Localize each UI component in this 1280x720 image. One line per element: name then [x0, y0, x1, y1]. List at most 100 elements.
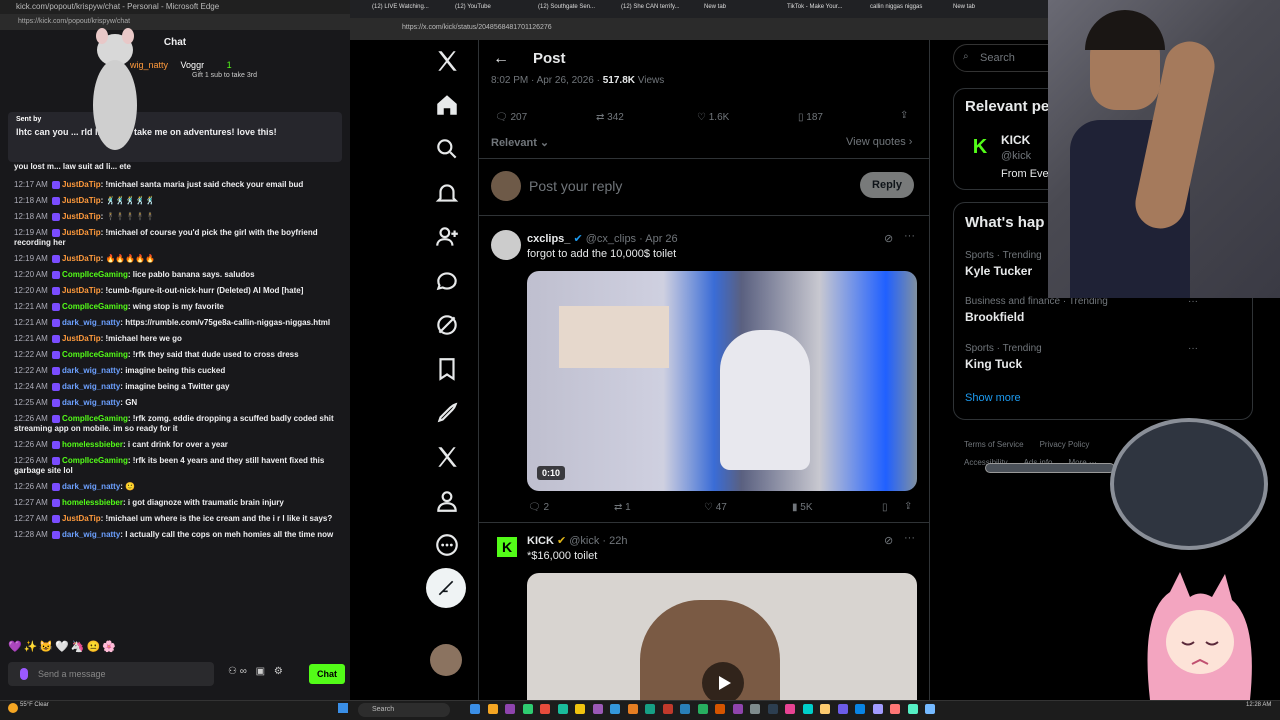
- chat-send-button[interactable]: Chat: [309, 664, 345, 684]
- taskbar-app-icon[interactable]: [505, 704, 515, 714]
- taskbar-app-icon[interactable]: [557, 704, 568, 714]
- browser-tab[interactable]: New tab: [953, 4, 975, 10]
- store-icon[interactable]: ▣: [256, 666, 265, 677]
- chat-message-user[interactable]: homelessbieber: [62, 440, 123, 449]
- browser-tab[interactable]: (12) Southgate Sen...: [538, 4, 595, 10]
- taskbar-app-icon[interactable]: [872, 704, 883, 714]
- footer-terms[interactable]: Terms of Service: [964, 440, 1024, 449]
- taskbar-app-icon[interactable]: [592, 704, 603, 714]
- emote-bar[interactable]: 💜✨😺🤍🦄😐🌸: [8, 640, 348, 656]
- browser-tab[interactable]: New tab: [704, 4, 726, 10]
- taskbar-app-icon[interactable]: [732, 704, 743, 714]
- link-icon[interactable]: ∞: [240, 666, 247, 677]
- tweet1-avatar[interactable]: [491, 230, 521, 260]
- taskbar-app-icon[interactable]: [680, 704, 690, 714]
- taskbar-app-icon[interactable]: [522, 704, 533, 714]
- repost-action[interactable]: ⇄ 342: [596, 112, 624, 123]
- chat-message-input[interactable]: Send a message: [8, 662, 214, 686]
- browser-tab[interactable]: (12) She CAN terrify...: [621, 4, 680, 10]
- tweet2-more-icon[interactable]: ···: [904, 532, 915, 544]
- search-icon[interactable]: [434, 136, 460, 162]
- trend-2-name[interactable]: Brookfield: [965, 310, 1024, 324]
- taskbar-search[interactable]: Search: [358, 703, 450, 717]
- kick-profile-logo[interactable]: K: [965, 132, 995, 162]
- users-icon[interactable]: ⚇: [228, 666, 237, 677]
- messages-icon[interactable]: [434, 268, 460, 294]
- tweet2-name[interactable]: KICK: [527, 535, 554, 547]
- sort-dropdown[interactable]: Relevant ⌄: [491, 136, 549, 149]
- taskbar-app-icon[interactable]: [645, 704, 655, 714]
- browser-tab[interactable]: TikTok - Make Your...: [787, 4, 842, 10]
- show-more-link[interactable]: Show more: [965, 392, 1021, 404]
- settings-gear-icon[interactable]: ⚙: [274, 666, 283, 677]
- x-logo-icon[interactable]: [434, 48, 460, 74]
- taskbar-app-icon[interactable]: [470, 704, 480, 714]
- trend-1-name[interactable]: Kyle Tucker: [965, 264, 1032, 278]
- reply-button[interactable]: Reply: [860, 172, 914, 198]
- kick-avatar-logo[interactable]: K: [497, 537, 517, 557]
- play-button[interactable]: [702, 662, 744, 704]
- reply-input[interactable]: Post your reply: [529, 178, 622, 194]
- browser-tab[interactable]: callin niggas niggas: [870, 4, 922, 10]
- taskbar-app-icon[interactable]: [610, 704, 620, 714]
- pinned-message[interactable]: Sent by lhtc can you ... rld like this! …: [8, 112, 342, 162]
- chat-tools[interactable]: ⚇ ∞ ▣ ⚙: [228, 666, 306, 682]
- tweet1-more-icon[interactable]: ···: [904, 230, 915, 242]
- left-address-bar[interactable]: https://kick.com/popout/krispyw/chat: [0, 14, 350, 30]
- browser-tab[interactable]: (12) LIVE Watching...: [372, 4, 429, 10]
- chat-message-user[interactable]: ComplIceGaming: [62, 350, 128, 359]
- home-icon[interactable]: [434, 92, 460, 118]
- back-arrow-icon[interactable]: ←: [493, 50, 509, 68]
- compose-post-button[interactable]: [426, 568, 466, 608]
- reply-action[interactable]: 🗨 207: [495, 112, 527, 123]
- trend-3-name[interactable]: King Tuck: [965, 357, 1022, 371]
- tweet1-handle[interactable]: @cx_clips: [586, 233, 636, 245]
- rocket-icon[interactable]: [434, 400, 460, 426]
- tweet1-views-action[interactable]: ▮ 5K: [792, 502, 813, 513]
- tweet1-share-icon[interactable]: ⇪: [904, 501, 912, 512]
- taskbar-app-icon[interactable]: [820, 704, 830, 714]
- view-quotes-link[interactable]: View quotes ›: [846, 136, 912, 148]
- browser-tab[interactable]: (12) YouTube: [455, 4, 491, 10]
- weather-icon[interactable]: [8, 703, 18, 713]
- chat-message-user[interactable]: ComplIceGaming: [62, 414, 128, 423]
- tweet1-bookmark-icon[interactable]: ▯: [882, 502, 888, 513]
- chat-message-user[interactable]: JustDaTip: [62, 196, 101, 205]
- chat-message-user[interactable]: homelessbieber: [62, 498, 123, 507]
- chat-message-user[interactable]: dark_wig_natty: [62, 398, 120, 407]
- taskbar-app-icon[interactable]: [662, 704, 673, 714]
- more-icon[interactable]: [434, 532, 460, 558]
- grok-icon[interactable]: [434, 312, 460, 338]
- chat-message-user[interactable]: JustDaTip: [62, 254, 101, 263]
- taskbar-app-icon[interactable]: [715, 704, 725, 714]
- weather-widget[interactable]: 55°F Clear: [20, 702, 60, 709]
- chat-message-user[interactable]: JustDaTip: [62, 212, 101, 221]
- taskbar-app-icon[interactable]: [750, 704, 760, 714]
- chat-message-user[interactable]: JustDaTip: [62, 514, 101, 523]
- taskbar-app-icon[interactable]: [890, 704, 900, 714]
- chat-message-user[interactable]: ComplIceGaming: [62, 456, 128, 465]
- share-icon[interactable]: ⇪: [900, 110, 908, 121]
- taskbar-clock[interactable]: 12:28 AM: [1246, 702, 1271, 709]
- tweet1-repost-action[interactable]: ⇄ 1: [614, 502, 631, 513]
- kick-profile-handle[interactable]: @kick: [1001, 150, 1031, 162]
- taskbar-app-icon[interactable]: [487, 704, 498, 714]
- browser-url[interactable]: https://x.com/kick/status/20485684817011…: [402, 24, 552, 31]
- taskbar-app-icon[interactable]: [855, 704, 865, 714]
- taskbar-app-icon[interactable]: [802, 704, 813, 714]
- chat-input-emoji-icon[interactable]: [20, 668, 28, 680]
- profile-icon[interactable]: [434, 488, 460, 514]
- chat-message-user[interactable]: dark_wig_natty: [62, 482, 120, 491]
- chat-message-user[interactable]: JustDaTip: [62, 180, 101, 189]
- tweet2-grok-icon[interactable]: ⊘: [884, 534, 893, 547]
- add-person-icon[interactable]: [434, 224, 460, 250]
- chat-message-user[interactable]: dark_wig_natty: [62, 530, 120, 539]
- tweet2-handle[interactable]: @kick: [569, 535, 599, 547]
- bookmark-action[interactable]: ▯ 187: [798, 112, 823, 123]
- taskbar-app-icon[interactable]: [925, 704, 935, 714]
- tweet1-like-action[interactable]: ♡ 47: [704, 502, 727, 513]
- taskbar-app-icon[interactable]: [785, 704, 795, 714]
- tweet1-reply-action[interactable]: 🗨 2: [528, 502, 549, 513]
- taskbar-app-icon[interactable]: [907, 704, 918, 714]
- account-avatar[interactable]: [430, 644, 462, 676]
